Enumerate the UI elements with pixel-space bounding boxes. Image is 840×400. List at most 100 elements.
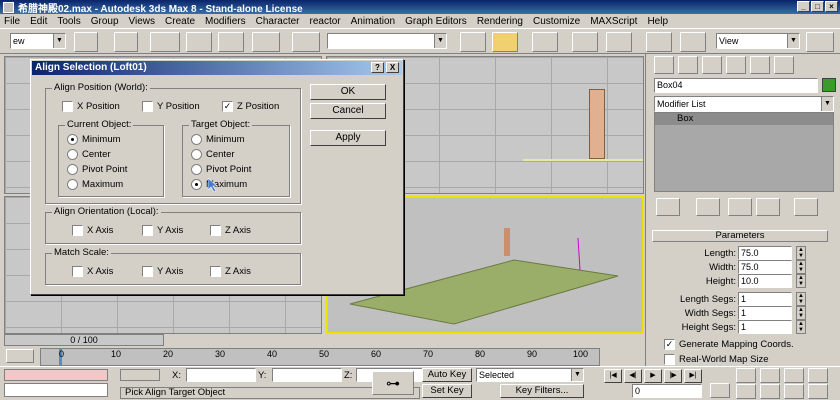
menu-group[interactable]: Group <box>91 16 119 27</box>
pin-stack-button[interactable] <box>656 198 680 216</box>
length-field[interactable]: 75.0 <box>738 246 792 260</box>
zoom-all-button[interactable] <box>760 368 780 383</box>
menu-help[interactable]: Help <box>647 16 668 27</box>
open-mini-curve-editor-button[interactable] <box>6 349 34 363</box>
y-position-checkbox[interactable]: Y Position <box>142 101 200 112</box>
menu-file[interactable]: File <box>4 16 20 27</box>
next-frame-button[interactable]: |▶ <box>664 369 682 383</box>
maximize-button[interactable]: □ <box>811 1 824 12</box>
modify-tab[interactable] <box>678 56 698 74</box>
curve-editor-button[interactable] <box>572 32 598 52</box>
scale-y-axis-checkbox[interactable]: Y Axis <box>142 266 183 277</box>
x-position-checkbox[interactable]: X Position <box>62 101 120 112</box>
current-maximum-radio[interactable]: Maximum <box>67 179 123 190</box>
column-object[interactable] <box>504 228 510 256</box>
menu-animation[interactable]: Animation <box>351 16 395 27</box>
parameters-rollout-header[interactable]: Parameters <box>652 230 828 242</box>
dialog-close-button[interactable]: X <box>386 62 399 73</box>
width-spinner[interactable]: ▲ ▼ <box>796 260 806 274</box>
set-key-button[interactable]: Set Key <box>422 384 472 398</box>
help-button[interactable]: ? <box>371 62 384 73</box>
create-tab[interactable] <box>654 56 674 74</box>
lock-selection-button[interactable] <box>120 369 160 381</box>
modifier-stack[interactable]: Box <box>654 112 834 192</box>
zoom-extents-button[interactable] <box>784 368 804 383</box>
target-pivot-radio[interactable]: Pivot Point <box>191 164 251 175</box>
align-button[interactable] <box>492 32 518 52</box>
menu-rendering[interactable]: Rendering <box>477 16 523 27</box>
go-to-end-button[interactable]: ▶| <box>684 369 702 383</box>
minimize-button[interactable]: _ <box>797 1 810 12</box>
y-coord-field[interactable] <box>272 368 342 382</box>
display-tab[interactable] <box>750 56 770 74</box>
height-field[interactable]: 10.0 <box>738 274 792 288</box>
select-link-button[interactable] <box>114 32 138 52</box>
menu-customize[interactable]: Customize <box>533 16 580 27</box>
undo-button[interactable] <box>74 32 98 52</box>
schematic-view-button[interactable] <box>606 32 632 52</box>
pan-view-button[interactable] <box>760 384 780 399</box>
arc-rotate-button[interactable] <box>784 384 804 399</box>
utilities-tab[interactable] <box>774 56 794 74</box>
column-object[interactable] <box>589 89 605 159</box>
abc-named-selection-button[interactable] <box>292 32 320 52</box>
ok-button[interactable]: OK <box>310 84 386 100</box>
menu-character[interactable]: Character <box>256 16 300 27</box>
make-unique-button[interactable] <box>728 198 752 216</box>
height-spinner[interactable]: ▲ ▼ <box>796 274 806 288</box>
zoom-button[interactable] <box>736 368 756 383</box>
selected-keys-dropdown[interactable]: Selected ▼ <box>476 368 584 382</box>
z-position-checkbox[interactable]: ✓ Z Position <box>222 101 279 112</box>
generate-mapping-checkbox[interactable]: ✓ Generate Mapping Coords. <box>664 339 794 350</box>
previous-frame-button[interactable]: ◀| <box>624 369 642 383</box>
scale-x-axis-checkbox[interactable]: X Axis <box>72 266 113 277</box>
maximize-viewport-button[interactable] <box>808 384 828 399</box>
key-filters-button[interactable]: Key Filters... <box>500 384 584 398</box>
current-frame-field[interactable]: 0 <box>632 384 702 398</box>
hierarchy-tab[interactable] <box>702 56 722 74</box>
height-segs-spinner[interactable]: ▲ ▼ <box>796 320 806 334</box>
width-segs-spinner[interactable]: ▲ ▼ <box>796 306 806 320</box>
zoom-extents-all-button[interactable] <box>808 368 828 383</box>
show-end-result-button[interactable] <box>696 198 720 216</box>
orient-y-axis-checkbox[interactable]: Y Axis <box>142 225 183 236</box>
x-coord-field[interactable] <box>186 368 256 382</box>
selection-filter-dropdown[interactable]: ew ▼ <box>10 33 66 49</box>
layer-manager-button[interactable] <box>532 32 558 52</box>
quick-render-button[interactable] <box>806 32 834 52</box>
close-button[interactable]: × <box>825 1 838 12</box>
target-minimum-radio[interactable]: Minimum <box>191 134 245 145</box>
select-object-button[interactable] <box>186 32 212 52</box>
orient-z-axis-checkbox[interactable]: Z Axis <box>210 225 251 236</box>
menu-create[interactable]: Create <box>165 16 195 27</box>
orient-x-axis-checkbox[interactable]: X Axis <box>72 225 113 236</box>
current-pivot-radio[interactable]: Pivot Point <box>67 164 127 175</box>
height-segs-field[interactable]: 1 <box>738 320 792 334</box>
configure-sets-button[interactable] <box>794 198 818 216</box>
target-center-radio[interactable]: Center <box>191 149 235 160</box>
length-segs-spinner[interactable]: ▲ ▼ <box>796 292 806 306</box>
menu-reactor[interactable]: reactor <box>310 16 341 27</box>
go-to-start-button[interactable]: |◀ <box>604 369 622 383</box>
render-type-dropdown[interactable]: View ▼ <box>716 33 800 49</box>
remove-modifier-button[interactable] <box>756 198 780 216</box>
render-scene-button[interactable] <box>680 32 706 52</box>
object-name-field[interactable]: Box04 <box>654 78 818 93</box>
material-editor-button[interactable] <box>646 32 672 52</box>
menu-views[interactable]: Views <box>129 16 156 27</box>
motion-tab[interactable] <box>726 56 746 74</box>
time-slider[interactable]: 0 / 100 <box>4 334 164 346</box>
current-center-radio[interactable]: Center <box>67 149 111 160</box>
maxscript-listener[interactable] <box>4 369 108 381</box>
stack-item-box[interactable]: Box <box>655 113 833 125</box>
track-bar[interactable]: 0 10 20 30 40 50 60 70 80 90 100 <box>40 348 600 366</box>
width-field[interactable]: 75.0 <box>738 260 792 274</box>
key-icon[interactable]: ⊶ <box>372 371 414 395</box>
select-by-name-button[interactable] <box>218 32 244 52</box>
width-segs-field[interactable]: 1 <box>738 306 792 320</box>
mirror-button[interactable] <box>460 32 486 52</box>
length-spinner[interactable]: ▲ ▼ <box>796 246 806 260</box>
time-configuration-button[interactable] <box>710 383 730 398</box>
object-color-swatch[interactable] <box>822 78 836 92</box>
length-segs-field[interactable]: 1 <box>738 292 792 306</box>
